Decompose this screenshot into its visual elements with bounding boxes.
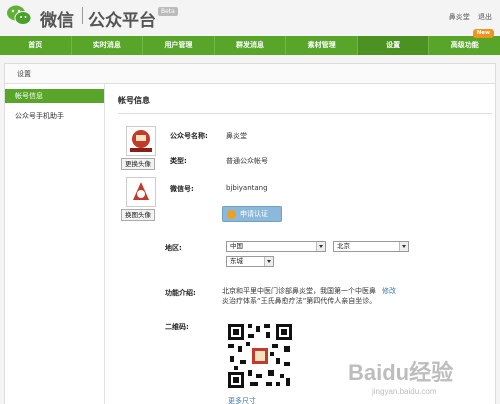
logout-link[interactable]: 退出: [478, 13, 492, 21]
beta-badge: Beta: [158, 7, 178, 16]
nav-item-mass-message[interactable]: 群发消息: [215, 36, 287, 55]
sidebar: 帐号信息 公众号手机助手: [5, 84, 105, 404]
nav-item-realtime-messages[interactable]: 实时消息: [72, 36, 144, 55]
baidu-watermark: Baidu经验 jingyan.baidu.com: [348, 360, 453, 396]
apply-verification-label: 申请认证: [240, 210, 268, 218]
change-avatar-button[interactable]: 更换头像: [121, 158, 155, 170]
region-province-select[interactable]: 北京: [333, 241, 409, 252]
sidebar-item-mobile-assistant[interactable]: 公众号手机助手: [5, 109, 104, 123]
nav-item-material-management[interactable]: 素材管理: [286, 36, 358, 55]
chevron-down-icon: [316, 242, 325, 251]
nav-item-settings[interactable]: 设置: [357, 36, 430, 55]
region-district-value: 东城: [230, 257, 243, 265]
wechat-id-label: 微信号:: [170, 185, 194, 193]
more-sizes-link[interactable]: 更多尺寸: [228, 396, 256, 404]
header: 微信 公众平台 Beta 鼻炎堂 退出: [0, 0, 500, 36]
avatar: [126, 126, 156, 156]
verify-icon: [227, 210, 236, 219]
avatar-secondary-image: [127, 178, 155, 206]
intro-value: 北京和平里中医门诊部鼻炎堂，我国第一个中医鼻炎治疗体系“王氏鼻愈疗法”第四代传人…: [222, 287, 377, 305]
type-label: 类型:: [170, 157, 187, 165]
user-area: 鼻炎堂 退出: [443, 12, 492, 22]
nav-item-home[interactable]: 首页: [0, 36, 72, 55]
username-link[interactable]: 鼻炎堂: [449, 13, 470, 21]
avatar-image: [127, 127, 155, 155]
region-label: 地区:: [165, 244, 182, 252]
nav-item-advanced[interactable]: 高级功能 New: [429, 29, 500, 55]
edit-intro-link[interactable]: 修改: [382, 286, 396, 296]
avatar-secondary: [126, 177, 156, 207]
logo-subtitle: 公众平台: [88, 11, 156, 31]
chevron-down-icon: [264, 257, 273, 266]
breadcrumb: 设置: [5, 64, 495, 84]
qr-label: 二维码:: [165, 323, 189, 331]
region-country-select[interactable]: 中国: [226, 241, 326, 252]
nav-item-user-management[interactable]: 用户管理: [143, 36, 215, 55]
wechat-id-value: bjbiyantang: [226, 184, 268, 192]
logo-text: 微信: [40, 11, 74, 31]
logo-divider: [82, 7, 83, 24]
region-province-value: 北京: [337, 242, 350, 250]
name-label: 公众号名称:: [170, 132, 208, 140]
sidebar-item-account-info[interactable]: 帐号信息: [5, 89, 104, 103]
nav-item-advanced-label: 高级功能: [450, 41, 479, 49]
watermark-url: jingyan.baidu.com: [371, 387, 437, 396]
chevron-down-icon: [399, 242, 408, 251]
page-title: 帐号信息: [118, 95, 492, 114]
apply-verification-button[interactable]: 申请认证: [222, 206, 282, 222]
watermark-text: Baidu经验: [348, 360, 453, 385]
region-district-select[interactable]: 东城: [226, 256, 274, 267]
intro-label: 功能介绍:: [165, 289, 196, 297]
region-country-value: 中国: [230, 242, 243, 250]
type-value: 普通公众帐号: [226, 157, 268, 165]
new-badge: New: [472, 29, 495, 38]
qr-code-image: [226, 322, 294, 390]
wechat-logo-icon: [7, 5, 32, 25]
main-nav: 首页 实时消息 用户管理 群发消息 素材管理 设置 高级功能 New: [0, 29, 500, 55]
change-image-button[interactable]: 换图头像: [121, 209, 155, 221]
name-value: 鼻炎堂: [226, 132, 247, 140]
